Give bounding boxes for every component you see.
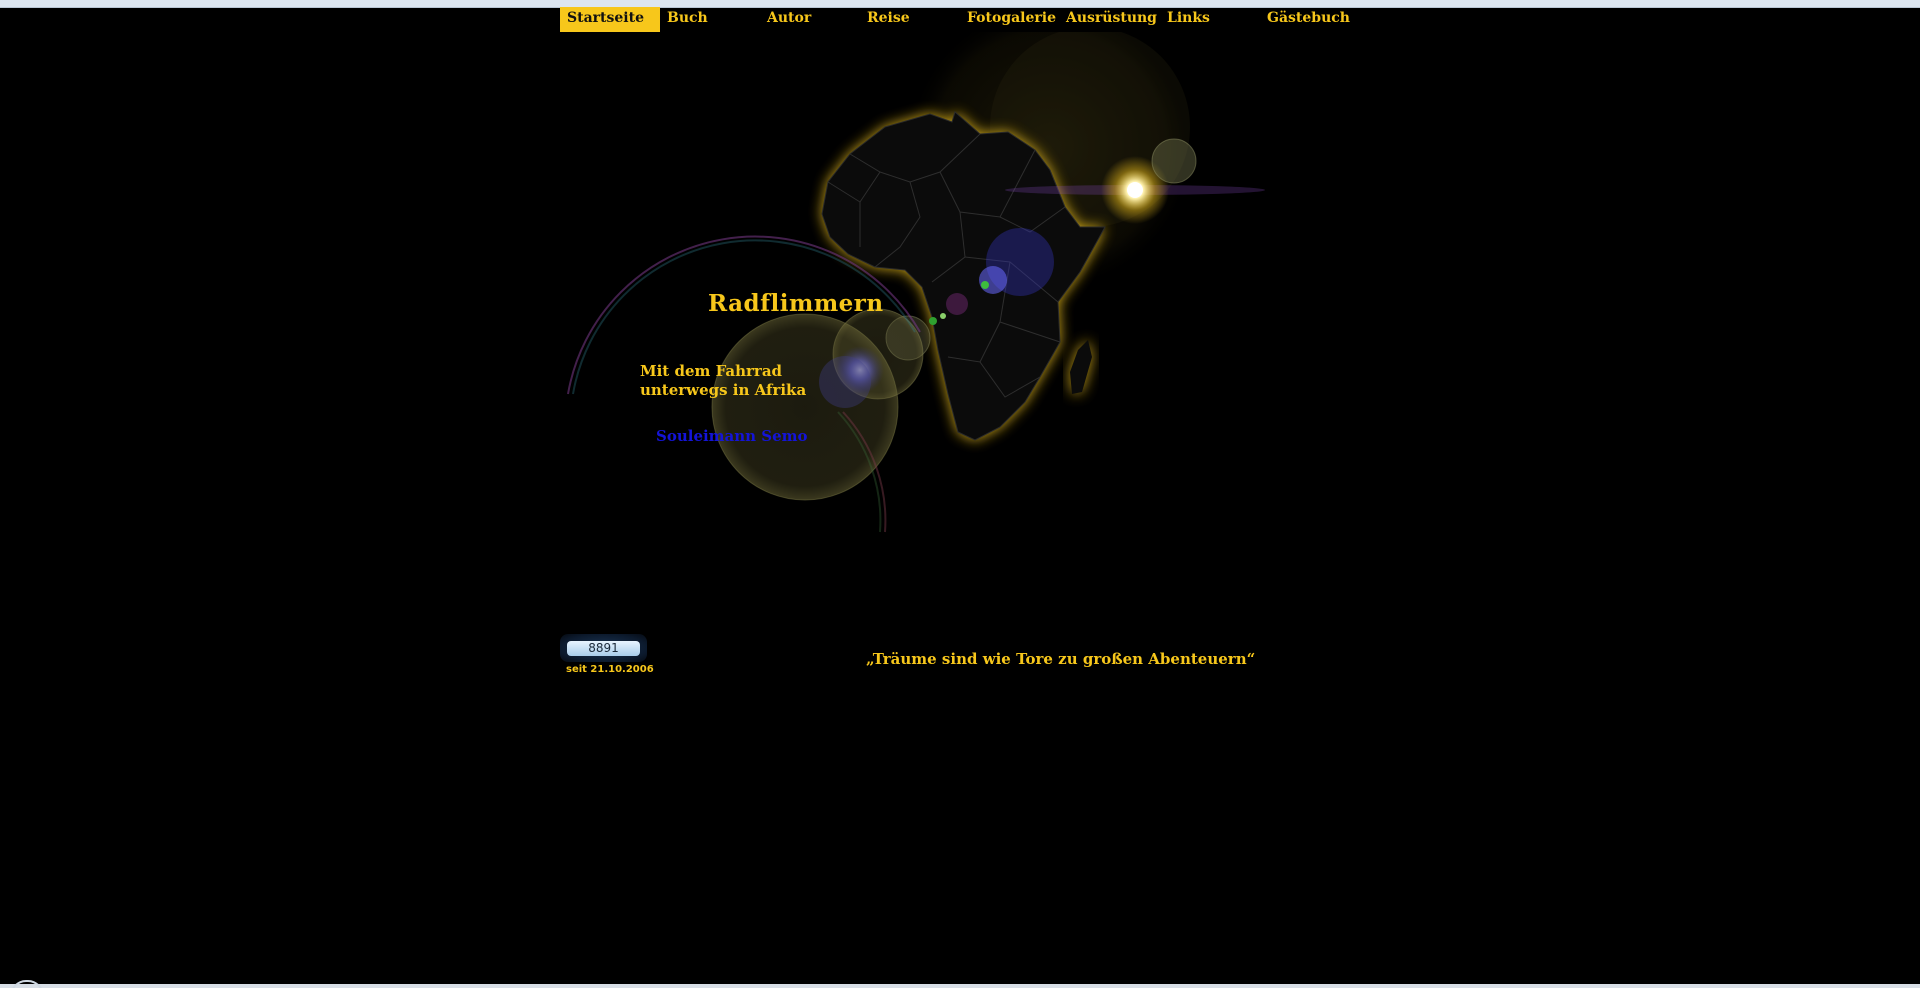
browser-corner-icon [10,980,44,988]
subtitle-line-1: Mit dem Fahrrad [640,362,783,380]
nav-ausruestung[interactable]: Ausrüstung [1059,7,1160,32]
browser-bottom-bar [0,984,1920,988]
nav-fotogalerie[interactable]: Fotogalerie [960,7,1060,32]
hero-banner: Radflimmern Mit dem Fahrrad unterwegs in… [560,32,1360,632]
main-navigation: Startseite Buch Autor Reise Fotogalerie … [560,7,1360,32]
nav-autor[interactable]: Autor [760,7,860,32]
subtitle-line-2: unterwegs in Afrika [640,381,807,399]
visitor-counter: 8891 [560,634,647,662]
site-title: Radflimmern [708,290,884,317]
africa-map-illustration [567,32,1265,533]
nav-buch[interactable]: Buch [660,7,760,32]
nav-links[interactable]: Links [1160,7,1260,32]
nav-startseite[interactable]: Startseite [560,7,660,32]
page-container: Startseite Buch Autor Reise Fotogalerie … [560,7,1360,984]
nav-gaestebuch[interactable]: Gästebuch [1260,7,1360,32]
site-subtitle: Mit dem Fahrrad unterwegs in Afrika [640,362,806,400]
author-name: Souleimann Semo [656,427,808,445]
motto-quote: „Träume sind wie Tore zu großen Abenteue… [866,650,1256,668]
visitor-count-value: 8891 [567,641,640,656]
counter-since-date: seit 21.10.2006 [566,664,654,675]
nav-reise[interactable]: Reise [860,7,960,32]
